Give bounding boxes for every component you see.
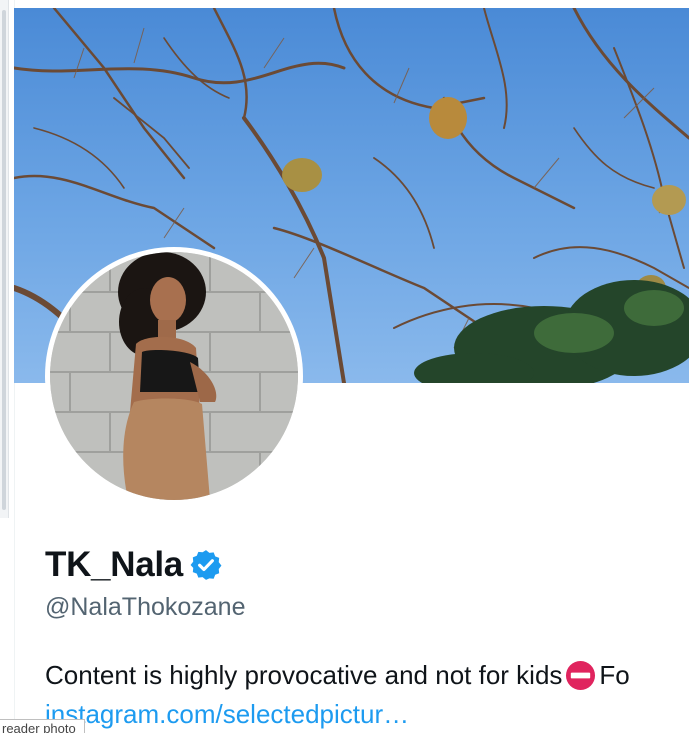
avatar-photo	[50, 252, 298, 500]
profile-handle: @NalaThokozane	[45, 593, 246, 621]
verified-badge-icon[interactable]	[189, 548, 223, 582]
profile-page: TK_Nala @NalaThokozane Content is highly…	[0, 0, 689, 733]
tooltip: reader photo	[0, 719, 85, 733]
profile-avatar[interactable]	[45, 247, 303, 505]
no-entry-icon	[565, 660, 596, 691]
bio-text: Content is highly provocative and not fo…	[45, 659, 563, 690]
bio-trailing-text: Fo	[599, 659, 630, 690]
profile-bio: Content is highly provocative and not fo…	[45, 658, 685, 692]
display-name-row: TK_Nala	[45, 542, 223, 588]
scrollbar[interactable]	[0, 0, 9, 518]
avatar-illustration	[50, 252, 298, 500]
profile-website-link[interactable]: instagram.com/selectedpictur…	[45, 699, 409, 730]
display-name: TK_Nala	[45, 545, 183, 584]
scrollbar-thumb[interactable]	[2, 10, 6, 510]
